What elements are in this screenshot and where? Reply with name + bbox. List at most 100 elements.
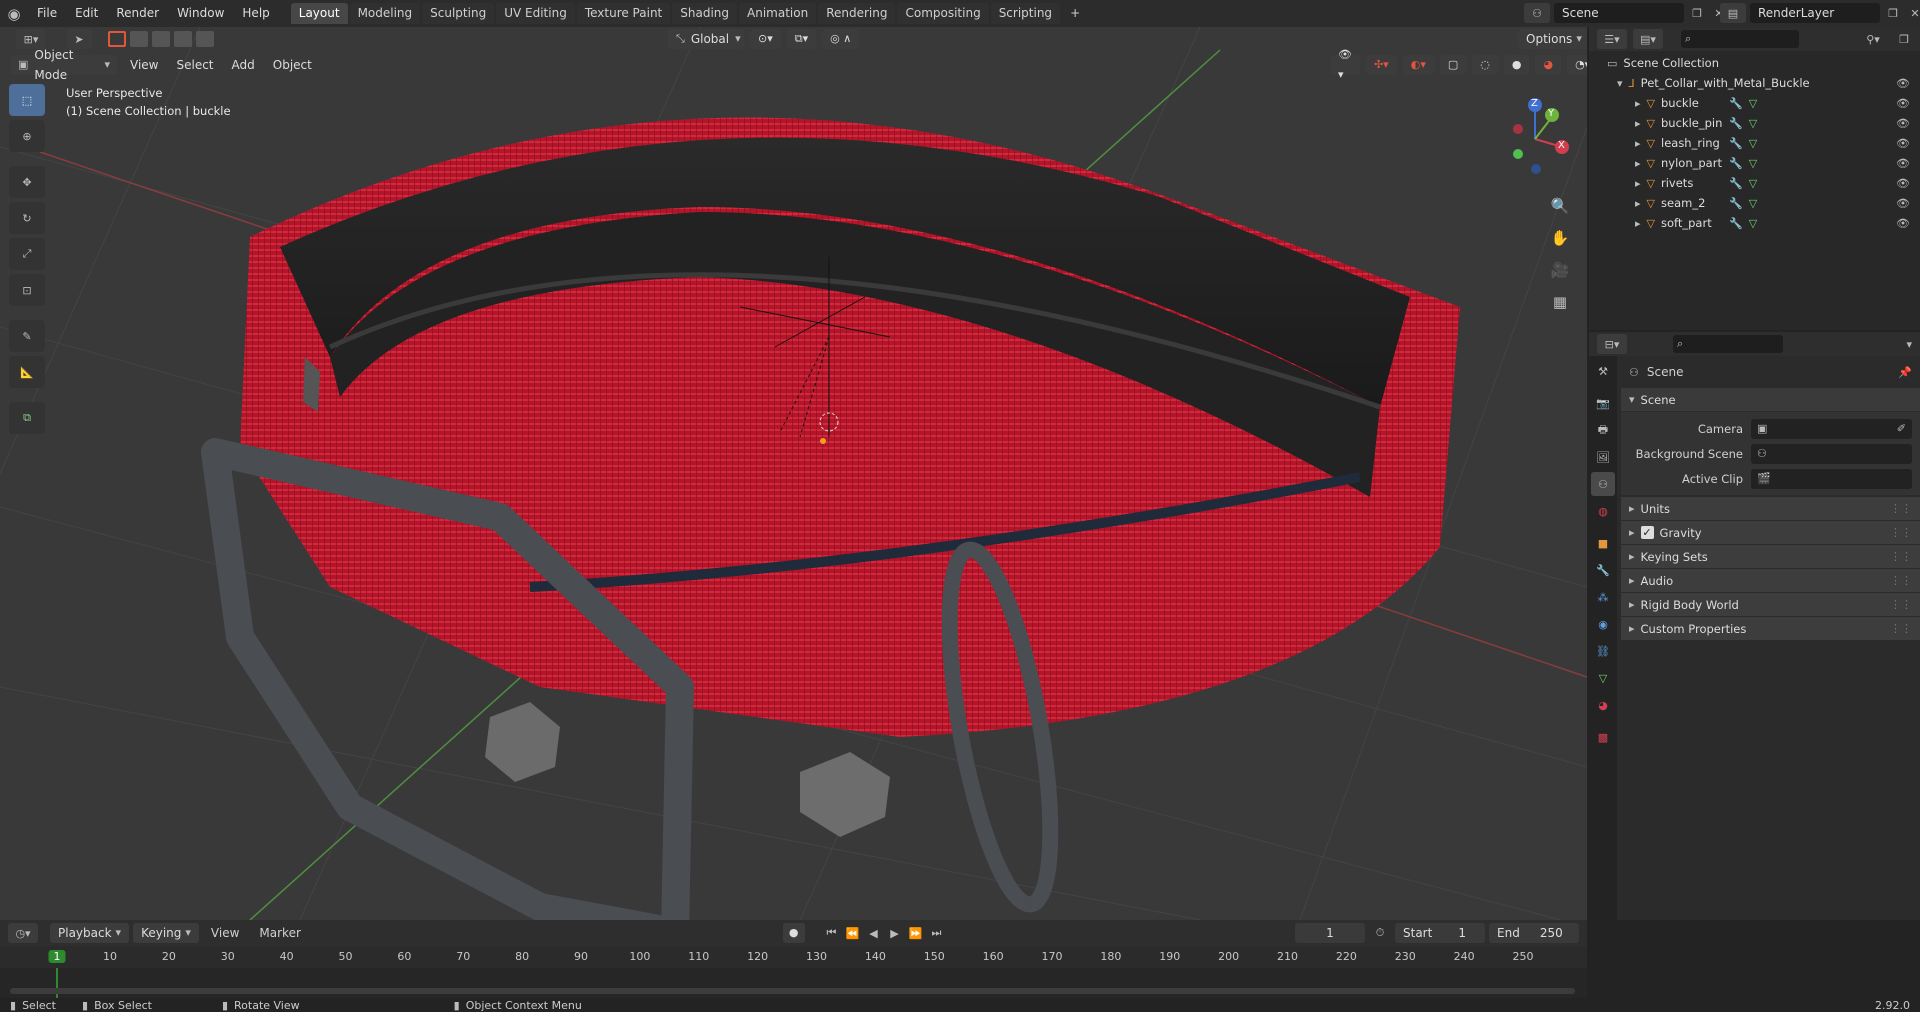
start-frame-field[interactable]: Start 1 [1395, 923, 1485, 943]
timeline-view-menu[interactable]: View [203, 926, 247, 940]
jump-end-icon[interactable]: ⏭ [928, 923, 946, 943]
timeline-tracks[interactable] [0, 968, 1587, 998]
cursor-tool[interactable]: ⊕ [9, 120, 45, 152]
timeline-marker-menu[interactable]: Marker [251, 926, 308, 940]
orientation-dropdown[interactable]: ⤡ Global ▾ [668, 29, 744, 49]
modifier-wrench-icon[interactable]: 🔧 [1729, 177, 1743, 190]
tab-tool[interactable]: ⚒ [1591, 359, 1615, 383]
tab-scene[interactable]: ⚇ [1591, 472, 1615, 496]
tab-texture[interactable]: ▩ [1591, 725, 1615, 749]
blender-logo-icon[interactable]: ◉ [0, 5, 28, 23]
tab-render[interactable]: 📷 [1591, 391, 1615, 415]
jump-start-icon[interactable]: ⏮ [823, 923, 841, 943]
menu-file[interactable]: File [28, 0, 66, 27]
snap-icon[interactable]: ⧉▾ [786, 29, 817, 49]
tab-layout[interactable]: Layout [290, 3, 348, 24]
menu-help[interactable]: Help [233, 0, 278, 27]
transform-tool[interactable]: ⊡ [9, 274, 45, 306]
record-icon[interactable]: ● [782, 923, 805, 943]
modifier-wrench-icon[interactable]: 🔧 [1729, 117, 1743, 130]
editor-type-icon[interactable]: ⊞▾ [16, 29, 46, 49]
expand-chevron-icon[interactable]: ▸ [1635, 157, 1641, 170]
tab-uv-editing[interactable]: UV Editing [496, 3, 575, 24]
section-rigid-body-world[interactable]: ▸ Rigid Body World ⋮⋮ [1621, 593, 1920, 617]
overlays-icon[interactable]: ◐▾ [1402, 55, 1434, 75]
outliner-object-leash-ring[interactable]: ▸ ▽ leash_ring 🔧 ▽ 👁 [1589, 133, 1920, 153]
expand-chevron-icon[interactable]: ▸ [1635, 197, 1641, 210]
section-custom-properties[interactable]: ▸ Custom Properties ⋮⋮ [1621, 617, 1920, 641]
scene-collection-row[interactable]: ▭ Scene Collection [1589, 53, 1920, 73]
collar-model[interactable] [201, 117, 1460, 920]
drag-handle-icon[interactable]: ⋮⋮ [1890, 550, 1912, 563]
tab-constraints[interactable]: ⛓ [1591, 639, 1615, 663]
material-shading-icon[interactable]: ◕ [1535, 55, 1562, 75]
visibility-eye-icon[interactable]: 👁 [1896, 197, 1910, 210]
wireframe-shading-icon[interactable]: ◌ [1472, 55, 1498, 75]
modifier-wrench-icon[interactable]: 🔧 [1729, 217, 1743, 230]
visibility-eye-icon[interactable]: 👁 [1896, 137, 1910, 150]
tab-data[interactable]: ▽ [1591, 666, 1615, 690]
navigation-gizmo[interactable]: Z X Y [1500, 89, 1570, 189]
viewport-menu-view[interactable]: View [124, 58, 164, 72]
scale-tool[interactable]: ⤢ [9, 238, 45, 270]
rotate-tool[interactable]: ↻ [9, 202, 45, 234]
move-tool[interactable]: ✥ [9, 166, 45, 198]
select-mode-invert-icon[interactable] [174, 31, 192, 47]
ortho-grid-icon[interactable]: ▦ [1549, 291, 1571, 313]
camera-field[interactable]: ▣ ✐ [1751, 418, 1912, 439]
select-box-tool[interactable]: ⬚ [9, 84, 45, 116]
delete-view-layer-icon[interactable]: ✕ [1906, 7, 1920, 20]
new-scene-icon[interactable]: ❐ [1688, 7, 1706, 20]
collection-row[interactable]: ▾ ⅃ Pet_Collar_with_Metal_Buckle 👁 [1589, 73, 1920, 93]
mesh-data-icon[interactable]: ▽ [1749, 157, 1757, 170]
menu-window[interactable]: Window [168, 0, 233, 27]
outliner-editor-icon[interactable]: ☰▾ [1597, 29, 1627, 49]
tab-modeling[interactable]: Modeling [349, 3, 421, 24]
mesh-data-icon[interactable]: ▽ [1749, 117, 1757, 130]
tab-shading[interactable]: Shading [672, 3, 737, 24]
expand-chevron-icon[interactable]: ▸ [1635, 117, 1641, 130]
select-tool-icon[interactable]: ➤ [66, 29, 92, 49]
section-audio[interactable]: ▸ Audio ⋮⋮ [1621, 569, 1920, 593]
timeline-editor-icon[interactable]: ◷▾ [8, 923, 38, 943]
add-workspace-button[interactable]: + [1062, 3, 1088, 24]
outliner-search-input[interactable]: ⌕ [1681, 30, 1799, 48]
gizmo-toggle-icon[interactable]: ✣▾ [1365, 55, 1397, 75]
tab-view-layer[interactable]: 🖼 [1591, 445, 1615, 469]
background-scene-field[interactable]: ⚇ [1751, 443, 1912, 464]
select-mode-extend-icon[interactable] [130, 31, 148, 47]
timeline-scrollbar[interactable] [10, 988, 1575, 994]
tab-rendering[interactable]: Rendering [818, 3, 896, 24]
pin-icon[interactable]: 📌 [1898, 366, 1912, 379]
keying-menu[interactable]: Keying ▾ [133, 923, 199, 943]
visibility-eye-icon[interactable]: 👁 [1896, 77, 1910, 90]
next-keyframe-icon[interactable]: ⏩ [907, 923, 925, 943]
visibility-icon[interactable]: 👁▾ [1330, 48, 1360, 81]
end-frame-field[interactable]: End 250 [1489, 923, 1579, 943]
section-gravity[interactable]: ▸ ✓ Gravity ⋮⋮ [1621, 521, 1920, 545]
select-mode-intersect-icon[interactable] [196, 31, 214, 47]
outliner-object-seam-2[interactable]: ▸ ▽ seam_2 🔧 ▽ 👁 [1589, 193, 1920, 213]
options-chevron-icon[interactable]: ▾ [1906, 338, 1912, 351]
gravity-checkbox[interactable]: ✓ [1640, 526, 1654, 539]
new-view-layer-icon[interactable]: ❐ [1884, 7, 1902, 20]
modifier-wrench-icon[interactable]: 🔧 [1729, 137, 1743, 150]
section-units[interactable]: ▸ Units ⋮⋮ [1621, 497, 1920, 521]
solid-shading-icon[interactable]: ● [1503, 55, 1530, 75]
mesh-data-icon[interactable]: ▽ [1749, 217, 1757, 230]
outliner-object-nylon-part[interactable]: ▸ ▽ nylon_part 🔧 ▽ 👁 [1589, 153, 1920, 173]
expand-chevron-icon[interactable]: ▾ [1617, 77, 1623, 90]
tab-world[interactable]: ◍ [1591, 499, 1615, 523]
pivot-point-icon[interactable]: ⊙▾ [750, 29, 781, 49]
visibility-eye-icon[interactable]: 👁 [1896, 117, 1910, 130]
display-mode-icon[interactable]: ▤▾ [1633, 29, 1663, 49]
viewport-menu-object[interactable]: Object [267, 58, 318, 72]
annotate-tool[interactable]: ✎ [9, 320, 45, 352]
visibility-eye-icon[interactable]: 👁 [1896, 97, 1910, 110]
stopwatch-icon[interactable]: ⏱ [1369, 926, 1391, 940]
tab-scripting[interactable]: Scripting [990, 3, 1061, 24]
frame-ruler[interactable]: 1 10 20 30 40 50 60 70 80 90 100 110 120 130 140 150 160… [0, 946, 1587, 968]
view-layer-browse-icon[interactable]: ▤ [1720, 3, 1746, 23]
drag-handle-icon[interactable]: ⋮⋮ [1890, 622, 1912, 635]
mesh-data-icon[interactable]: ▽ [1749, 197, 1757, 210]
